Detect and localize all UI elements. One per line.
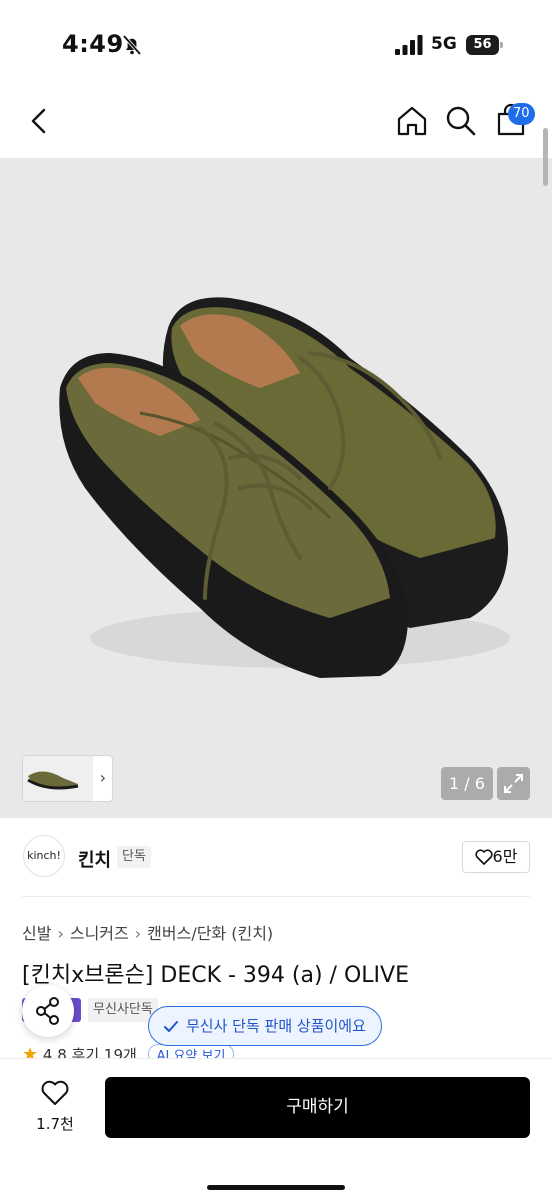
expand-button[interactable] — [497, 767, 530, 800]
wishlist-count: 1.7천 — [36, 1115, 74, 1133]
status-bar: 4:49 5G 56 — [0, 0, 552, 90]
brand-name[interactable]: 킨치 — [78, 846, 111, 872]
gallery-thumbnail[interactable]: › — [22, 755, 113, 802]
network-label: 5G — [431, 34, 457, 54]
brand-exclusive-tag: 단독 — [117, 846, 151, 868]
product-title: [킨치x브론슨] DECK - 394 (a) / OLIVE — [22, 963, 409, 988]
gallery-pager: 1 / 6 — [441, 767, 493, 800]
breadcrumb-separator-icon: › — [57, 924, 64, 943]
heart-icon — [475, 849, 493, 865]
heart-icon — [41, 1080, 69, 1105]
cart-count-badge: 70 — [508, 103, 535, 125]
breadcrumb-separator-icon: › — [134, 924, 142, 943]
home-icon[interactable] — [394, 103, 430, 139]
expand-icon — [504, 774, 523, 793]
share-button[interactable] — [22, 985, 74, 1037]
product-image — [59, 297, 510, 678]
bottom-bar: 1.7천 구매하기 — [0, 1058, 552, 1200]
back-icon[interactable] — [22, 103, 58, 139]
home-indicator — [207, 1185, 345, 1190]
check-icon — [164, 1021, 178, 1032]
toast-text: 무신사 단독 판매 상품이에요 — [186, 1017, 366, 1035]
exclusive-toast: 무신사 단독 판매 상품이에요 — [148, 1006, 382, 1046]
search-icon[interactable] — [443, 103, 479, 139]
wishlist-button[interactable]: 1.7천 — [30, 1079, 80, 1139]
badge-label: 무신사단독 — [88, 998, 158, 1022]
thumbnail-arrow-icon: › — [99, 768, 106, 787]
battery-icon: 56 — [466, 35, 504, 55]
scroll-indicator[interactable] — [543, 128, 548, 186]
divider — [22, 896, 530, 897]
signal-icon — [395, 35, 423, 55]
brand-row: kinch! 킨치 단독 6만 — [0, 830, 552, 886]
battery-level: 56 — [473, 37, 492, 52]
brand-like-button[interactable]: 6만 — [462, 841, 530, 873]
top-nav — [0, 90, 552, 158]
thumbnail-image — [23, 756, 93, 801]
bell-slash-icon — [122, 34, 142, 56]
brand-logo[interactable]: kinch! — [23, 835, 65, 877]
buy-button[interactable]: 구매하기 — [105, 1077, 530, 1138]
breadcrumb: 신발 › 스니커즈 › 캔버스/단화 (킨치) — [22, 920, 273, 944]
share-icon — [36, 997, 59, 1025]
brand-like-count: 6만 — [492, 847, 518, 866]
breadcrumb-item[interactable]: 캔버스/단화 (킨치) — [147, 924, 273, 943]
breadcrumb-item[interactable]: 스니커즈 — [70, 924, 129, 943]
product-gallery[interactable]: › 1 / 6 — [0, 158, 552, 818]
breadcrumb-item[interactable]: 신발 — [22, 924, 51, 943]
status-time: 4:49 — [62, 30, 124, 58]
